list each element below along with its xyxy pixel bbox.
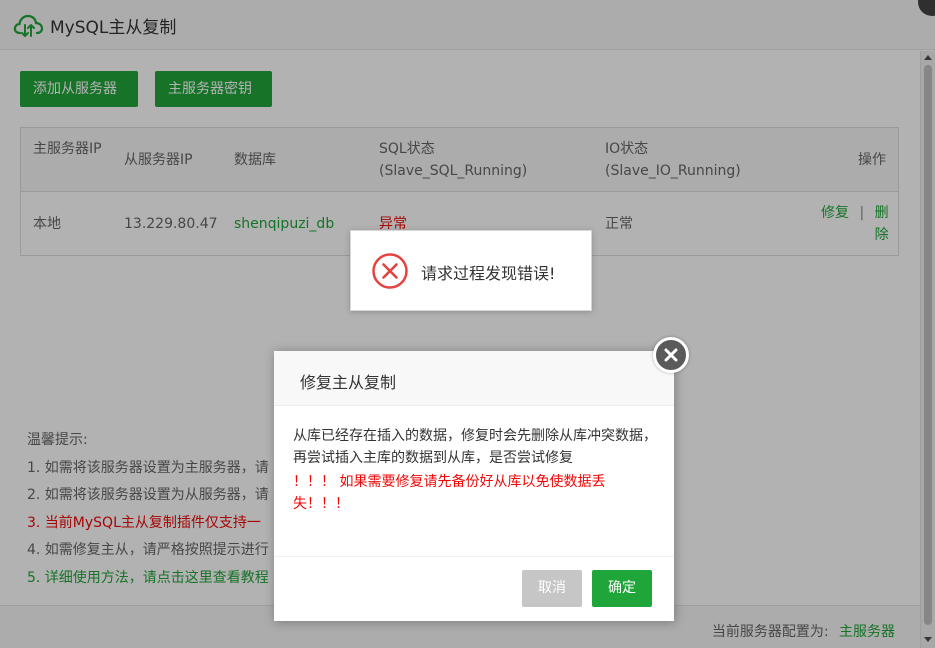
dialog-close-button[interactable] (653, 337, 689, 373)
dialog-warning: ！！！ 如果需要修复请先备份好从库以免使数据丢失！！！ (293, 474, 606, 512)
error-circle-icon (372, 253, 408, 289)
error-toast: 请求过程发现错误! (350, 230, 592, 311)
close-icon (664, 348, 678, 362)
dialog-message: 从库已经存在插入的数据，修复时会先删除从库冲突数据，再尝试插入主库的数据到从库，… (293, 428, 657, 466)
dialog-header: 修复主从复制 (274, 351, 674, 406)
cancel-button[interactable]: 取消 (522, 570, 582, 607)
confirm-button[interactable]: 确定 (592, 570, 652, 607)
error-message: 请求过程发现错误! (421, 264, 556, 283)
dialog-footer: 取消 确定 (274, 556, 674, 621)
repair-replication-dialog: 修复主从复制 从库已经存在插入的数据，修复时会先删除从库冲突数据，再尝试插入主库… (274, 351, 674, 621)
dialog-body: 从库已经存在插入的数据，修复时会先删除从库冲突数据，再尝试插入主库的数据到从库，… (293, 425, 658, 515)
dialog-title: 修复主从复制 (300, 373, 397, 392)
